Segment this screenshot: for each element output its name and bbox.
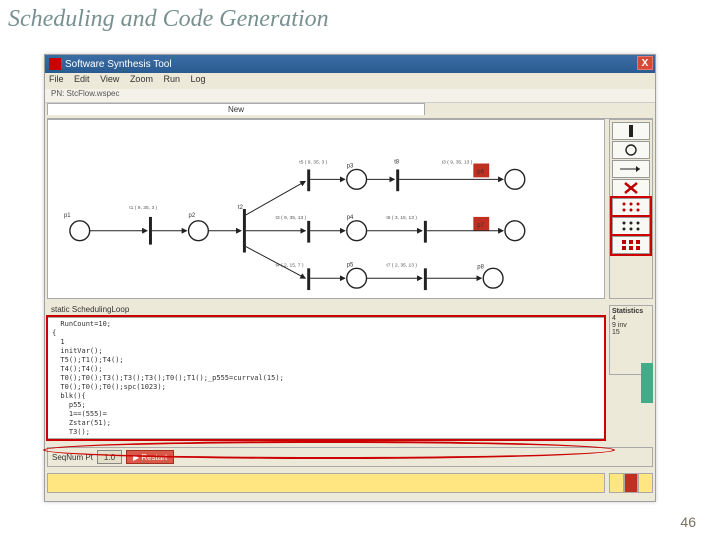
transition-t8[interactable] (396, 169, 399, 191)
close-icon[interactable]: X (637, 56, 653, 70)
label-t3: t3 ( 9, 35, 13 ) (276, 215, 307, 221)
tab-new[interactable]: New (47, 103, 425, 115)
progress-end-blocks (609, 473, 653, 493)
menubar: File Edit View Zoom Run Log (45, 73, 655, 89)
tab-strip: New (47, 103, 653, 119)
stats-row-2: 15 (612, 329, 650, 336)
place-p7-circle[interactable] (505, 221, 525, 241)
label-t4: t4 ( 2, 15, 7 ) (276, 262, 304, 268)
page-number: 46 (680, 514, 696, 530)
stats-row-1: 9 inv (612, 322, 650, 329)
restart-button[interactable]: ▶ Restart (126, 450, 174, 464)
transition-t6[interactable] (424, 221, 427, 243)
app-window: Software Synthesis Tool X File Edit View… (44, 54, 656, 502)
stats-row-0: 4 (612, 315, 650, 322)
tool-dots-black-icon[interactable] (612, 217, 650, 235)
tool-dots-red-icon[interactable] (612, 198, 650, 216)
menu-zoom[interactable]: Zoom (130, 74, 153, 84)
generated-code[interactable]: RunCount=10; { 1 initVar(); T5();T1();T4… (47, 317, 605, 439)
window-title: Software Synthesis Tool (65, 59, 172, 70)
transition-t3[interactable] (307, 221, 310, 243)
tool-transition-icon[interactable] (612, 122, 650, 140)
label-t1: t1 ( 9, 35, 3 ) (129, 205, 157, 211)
menu-edit[interactable]: Edit (74, 74, 90, 84)
content-area: New p1 t1 ( 9, 35, 3 ) p2 t2 t5 ( 9, 35, (47, 103, 653, 499)
label-p7: p7 (477, 223, 484, 229)
progress-fill (48, 474, 604, 492)
label-p1: p1 (64, 213, 71, 219)
transition-t4[interactable] (307, 268, 310, 290)
seqnum-value[interactable]: 1.0 (97, 450, 122, 464)
place-p8[interactable] (483, 268, 503, 288)
label-p6: p6 (477, 169, 484, 175)
transition-t1[interactable] (149, 217, 152, 245)
tool-grid-icon[interactable] (612, 236, 650, 254)
app-icon (49, 58, 61, 70)
label-p3: p3 (347, 163, 354, 169)
tool-delete-icon[interactable] (612, 179, 650, 197)
tool-place-icon[interactable] (612, 141, 650, 159)
label-p4: p4 (347, 215, 354, 221)
control-bar: SeqNum Pt 1.0 ▶ Restart (47, 447, 653, 467)
code-section: static SchedulingLoop RunCount=10; { 1 i… (47, 305, 653, 441)
progress-bar[interactable] (47, 473, 605, 493)
label-t5: t5 ( 9, 35, 3 ) (299, 160, 327, 166)
transition-t5[interactable] (307, 169, 310, 191)
transition-t2[interactable] (243, 209, 246, 253)
label-t2: t2 (238, 205, 243, 211)
place-p5[interactable] (347, 268, 367, 288)
label-p5: p5 (347, 262, 354, 268)
scroll-button[interactable] (641, 363, 653, 403)
place-p3[interactable] (347, 169, 367, 189)
transition-t7[interactable] (424, 268, 427, 290)
label-t3-b: t3 ( 9, 35, 13 ) (442, 160, 473, 166)
label-t7: t7 ( 2, 35, 13 ) (386, 262, 417, 268)
titlebar: Software Synthesis Tool X (45, 55, 655, 73)
breadcrumb: PN: StcFlow.wspec (45, 89, 655, 103)
label-p2: p2 (189, 213, 196, 219)
menu-view[interactable]: View (100, 74, 119, 84)
label-p8: p8 (477, 264, 484, 270)
stats-header: Statistics (612, 308, 650, 315)
label-t8: t8 (394, 160, 400, 166)
seqnum-label: SeqNum Pt (52, 453, 93, 462)
petri-net-diagram[interactable]: p1 t1 ( 9, 35, 3 ) p2 t2 t5 ( 9, 35, 3 )… (47, 119, 605, 299)
menu-log[interactable]: Log (191, 74, 206, 84)
menu-file[interactable]: File (49, 74, 64, 84)
label-t6: t6 ( 3, 15, 13 ) (386, 215, 417, 221)
slide-title: Scheduling and Code Generation (0, 0, 720, 37)
place-p6-circle[interactable] (505, 169, 525, 189)
code-header: static SchedulingLoop (47, 305, 653, 317)
place-p4[interactable] (347, 221, 367, 241)
place-p2[interactable] (189, 221, 209, 241)
tool-arrow-icon[interactable] (612, 160, 650, 178)
menu-run[interactable]: Run (163, 74, 180, 84)
tool-palette (609, 119, 653, 299)
place-p1[interactable] (70, 221, 90, 241)
